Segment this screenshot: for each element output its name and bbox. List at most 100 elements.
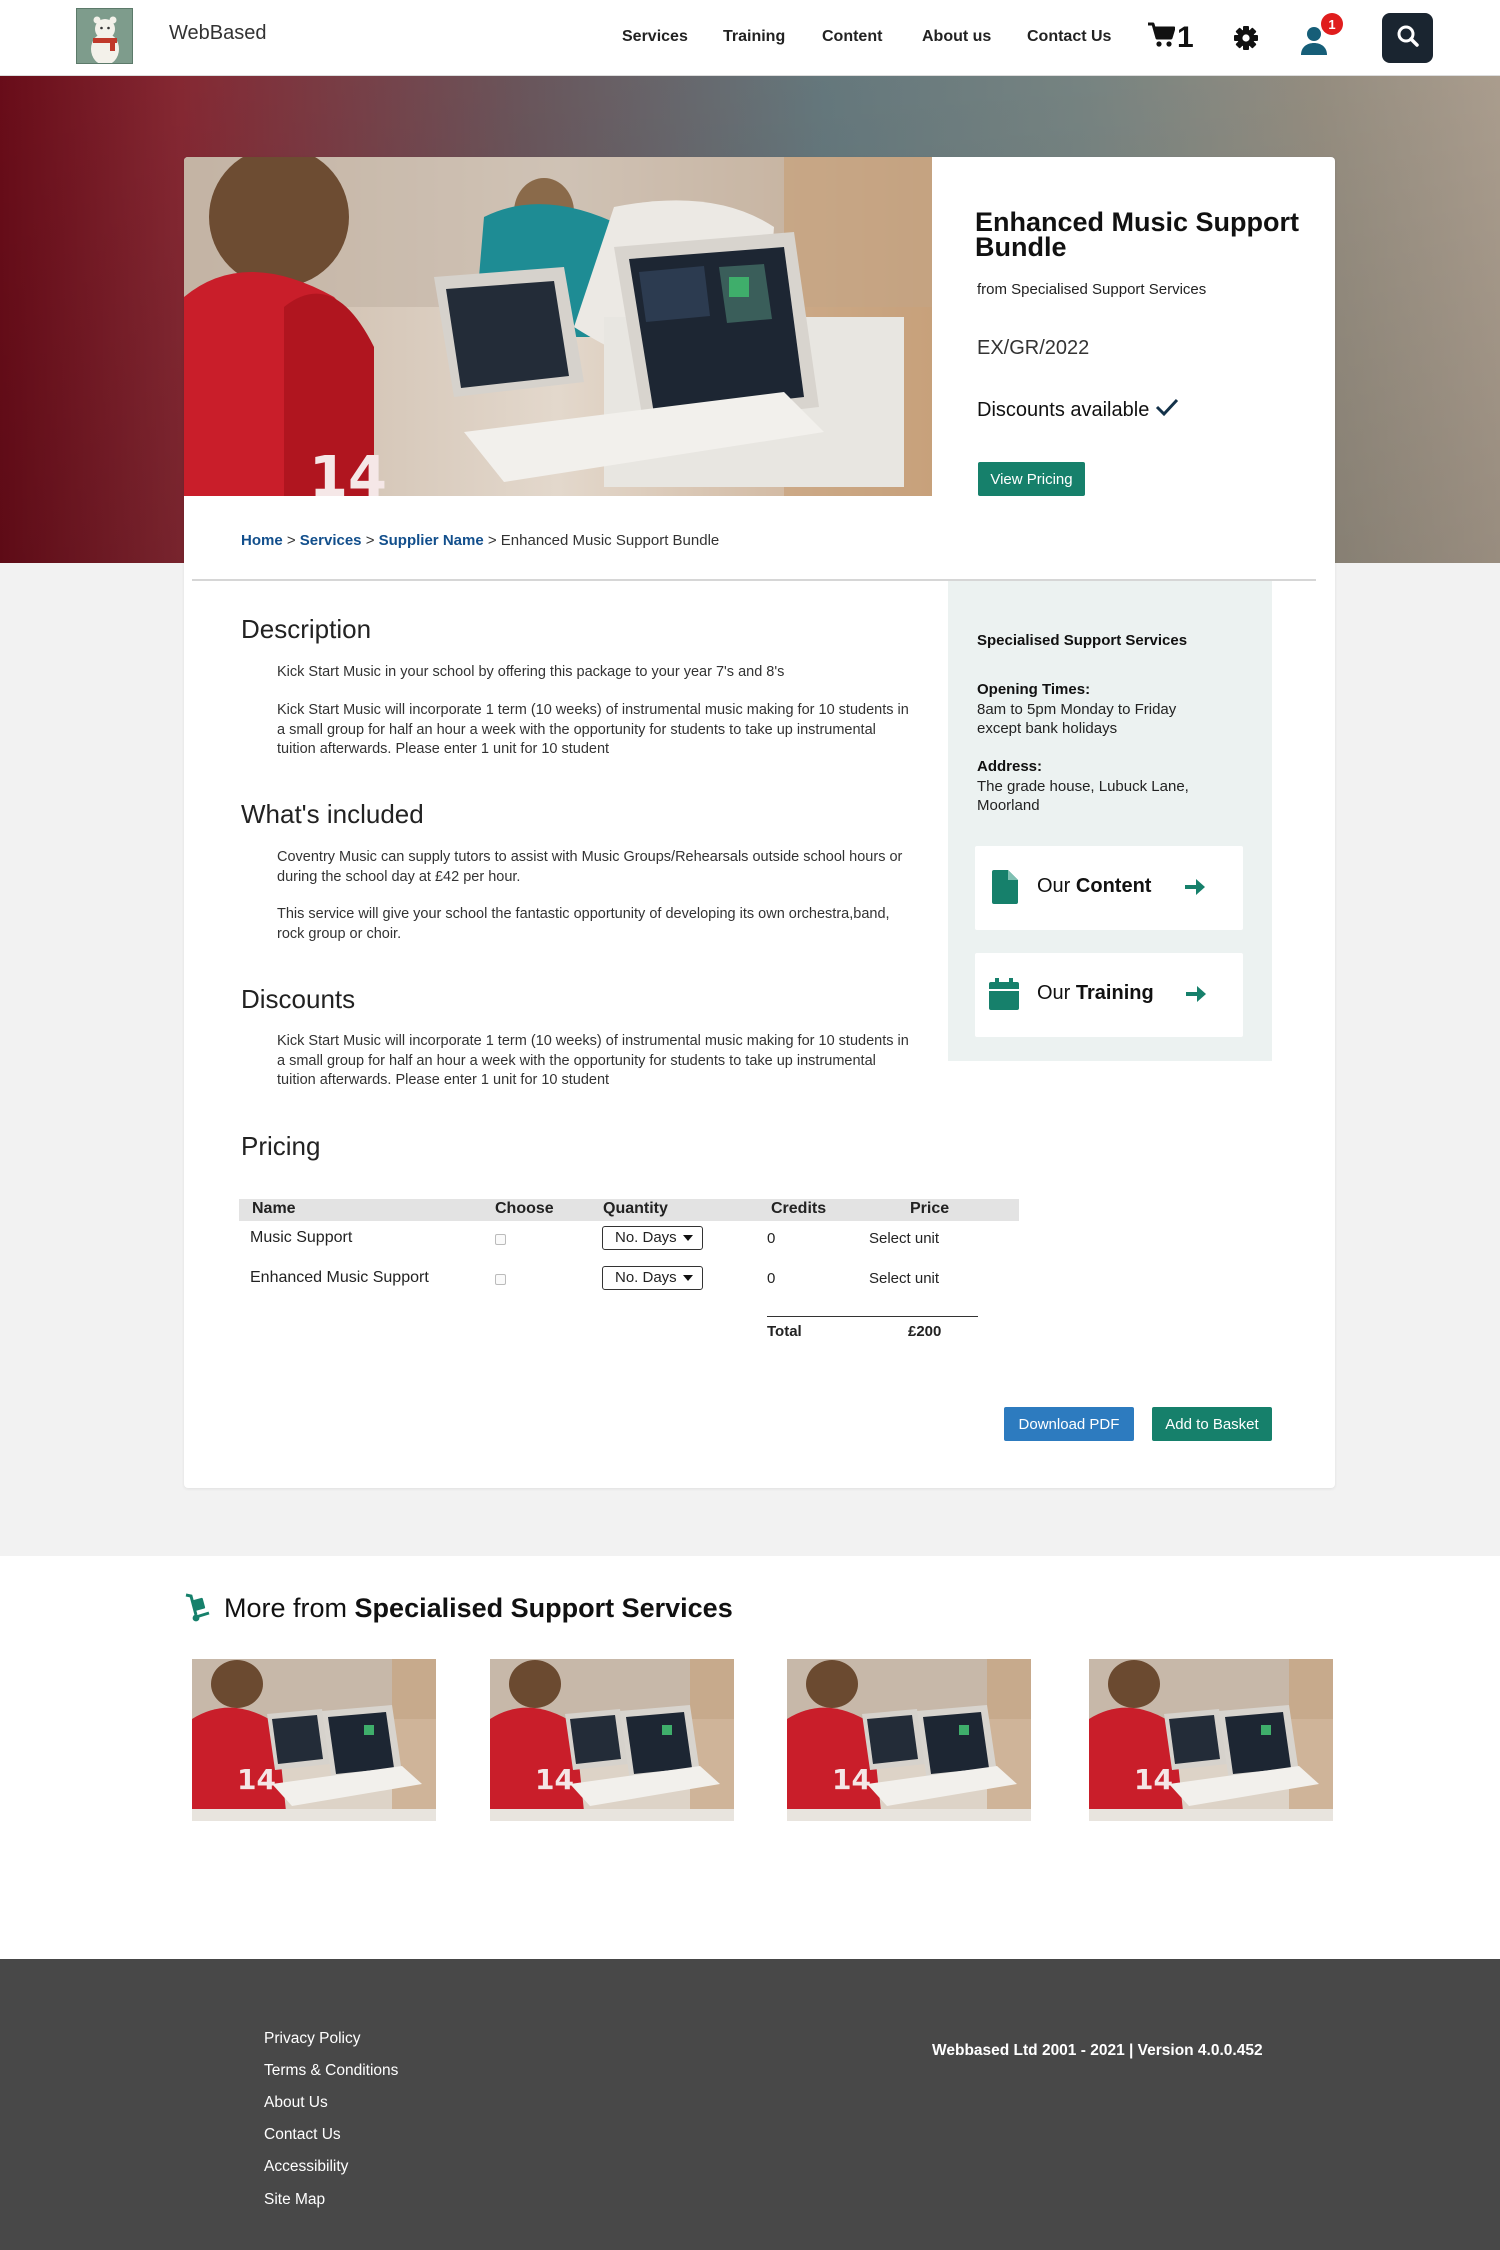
opening-times-label: Opening Times: [977,681,1091,698]
discounts-available: Discounts available [977,397,1179,423]
our-content-link[interactable]: Our Content [975,846,1243,930]
total-value: £200 [908,1323,942,1340]
breadcrumb-home[interactable]: Home [241,532,283,549]
choose-checkbox[interactable] [495,1274,506,1285]
more-from-supplier: Specialised Support Services [354,1593,733,1623]
nav-services[interactable]: Services [622,28,688,46]
breadcrumb: Home > Services > Supplier Name > Enhanc… [241,532,719,549]
our-training-label: Training [1075,982,1154,1004]
related-product-thumbnail[interactable]: 14 [787,1659,1031,1821]
cart-count: 1 [1177,20,1194,54]
more-from-prefix: More from [224,1593,348,1623]
quantity-select[interactable]: No. Days [602,1226,703,1250]
pricing-row-price: Select unit [869,1230,940,1247]
svg-text:14: 14 [832,1763,871,1796]
description-text-1: Kick Start Music in your school by offer… [277,664,785,680]
footer-copyright: Webbased Ltd 2001 - 2021 | Version 4.0.0… [932,2042,1263,2059]
breadcrumb-supplier[interactable]: Supplier Name [379,532,484,549]
breadcrumb-services[interactable]: Services [300,532,362,549]
choose-checkbox[interactable] [495,1234,506,1245]
nav-about-us[interactable]: About us [922,28,991,46]
quantity-select[interactable]: No. Days [602,1266,703,1290]
gear-icon[interactable] [1233,25,1259,56]
pricing-row-price: Select unit [869,1270,940,1287]
quantity-value: No. Days [615,1269,677,1286]
breadcrumb-separator: > [487,532,497,549]
included-text-1: Coventry Music can supply tutors to assi… [277,849,903,885]
dolly-icon [184,1593,210,1628]
add-to-basket-button[interactable]: Add to Basket [1152,1407,1272,1441]
caret-down-icon [683,1275,693,1281]
footer-about-us[interactable]: About Us [264,2094,328,2112]
related-product-thumbnail[interactable]: 14 [1089,1659,1333,1821]
check-icon [1155,397,1179,423]
top-navbar: WebBased Services Training Content About… [0,0,1500,76]
breadcrumb-separator: > [286,532,296,549]
our-training-link[interactable]: Our Training [975,953,1243,1037]
related-product-thumbnail[interactable]: 14 [192,1659,436,1821]
footer-accessibility[interactable]: Accessibility [264,2158,348,2176]
svg-text:14: 14 [1134,1763,1173,1796]
our-content-prefix: Our [1037,875,1071,897]
opening-times-text: 8am to 5pm Monday to Friday except bank … [977,701,1177,737]
notification-badge: 1 [1321,13,1343,35]
discounts-text: Kick Start Music will incorporate 1 term… [277,1033,909,1088]
discounts-heading: Discounts [241,984,356,1014]
caret-down-icon [683,1235,693,1241]
product-code: EX/GR/2022 [977,337,1090,359]
col-credits: Credits [771,1200,827,1217]
product-image: 14 [184,157,932,496]
included-heading: What's included [241,799,424,829]
discounts-label: Discounts available [977,398,1150,421]
address-label: Address: [977,758,1043,775]
nav-training[interactable]: Training [723,28,785,46]
pricing-row-credits: 0 [767,1230,776,1247]
col-choose: Choose [495,1200,554,1217]
arrow-right-icon [1185,878,1205,901]
cart-icon [1147,22,1176,53]
sidebar-supplier-name: Specialised Support Services [977,632,1188,649]
our-training-prefix: Our [1037,982,1071,1004]
footer-site-map[interactable]: Site Map [264,2191,325,2209]
view-pricing-button[interactable]: View Pricing [978,462,1085,496]
breadcrumb-separator: > [365,532,375,549]
footer [0,1959,1500,2250]
more-from-title: More from Specialised Support Services [224,1593,733,1624]
svg-text:14: 14 [309,445,387,496]
col-name: Name [252,1200,296,1217]
footer-terms[interactable]: Terms & Conditions [264,2062,398,2080]
footer-contact-us[interactable]: Contact Us [264,2126,341,2144]
calendar-icon [989,978,1019,1015]
nav-content[interactable]: Content [822,28,882,46]
search-icon [1396,24,1420,53]
pricing-heading: Pricing [241,1131,321,1161]
description-text-2: Kick Start Music will incorporate 1 term… [277,702,909,757]
quantity-value: No. Days [615,1229,677,1246]
nav-contact-us[interactable]: Contact Us [1027,28,1111,46]
description-heading: Description [241,614,372,644]
breadcrumb-current: Enhanced Music Support Bundle [500,532,720,549]
product-supplier: from Specialised Support Services [977,281,1207,298]
search-button[interactable] [1382,13,1433,63]
pricing-row-name: Music Support [250,1229,353,1246]
pricing-row-name: Enhanced Music Support [250,1269,429,1286]
our-content-label: Content [1075,875,1152,897]
address-text: The grade house, Lubuck Lane, Moorland [977,778,1189,814]
svg-text:14: 14 [237,1763,276,1796]
col-price: Price [910,1200,950,1217]
logo[interactable] [76,8,133,64]
brand-name[interactable]: WebBased [169,22,266,45]
pricing-row-credits: 0 [767,1270,776,1287]
document-icon [992,870,1018,909]
download-pdf-button[interactable]: Download PDF [1004,1407,1134,1441]
included-text-2: This service will give your school the f… [277,906,890,942]
total-divider [767,1316,978,1317]
product-title: Enhanced Music Support Bundle [975,207,1300,262]
total-label: Total [767,1323,802,1340]
arrow-right-icon [1186,985,1206,1008]
related-product-thumbnail[interactable]: 14 [490,1659,734,1821]
svg-text:14: 14 [535,1763,574,1796]
col-quantity: Quantity [603,1200,668,1217]
cart-button[interactable]: 1 [1147,22,1194,53]
footer-privacy-policy[interactable]: Privacy Policy [264,2030,360,2048]
